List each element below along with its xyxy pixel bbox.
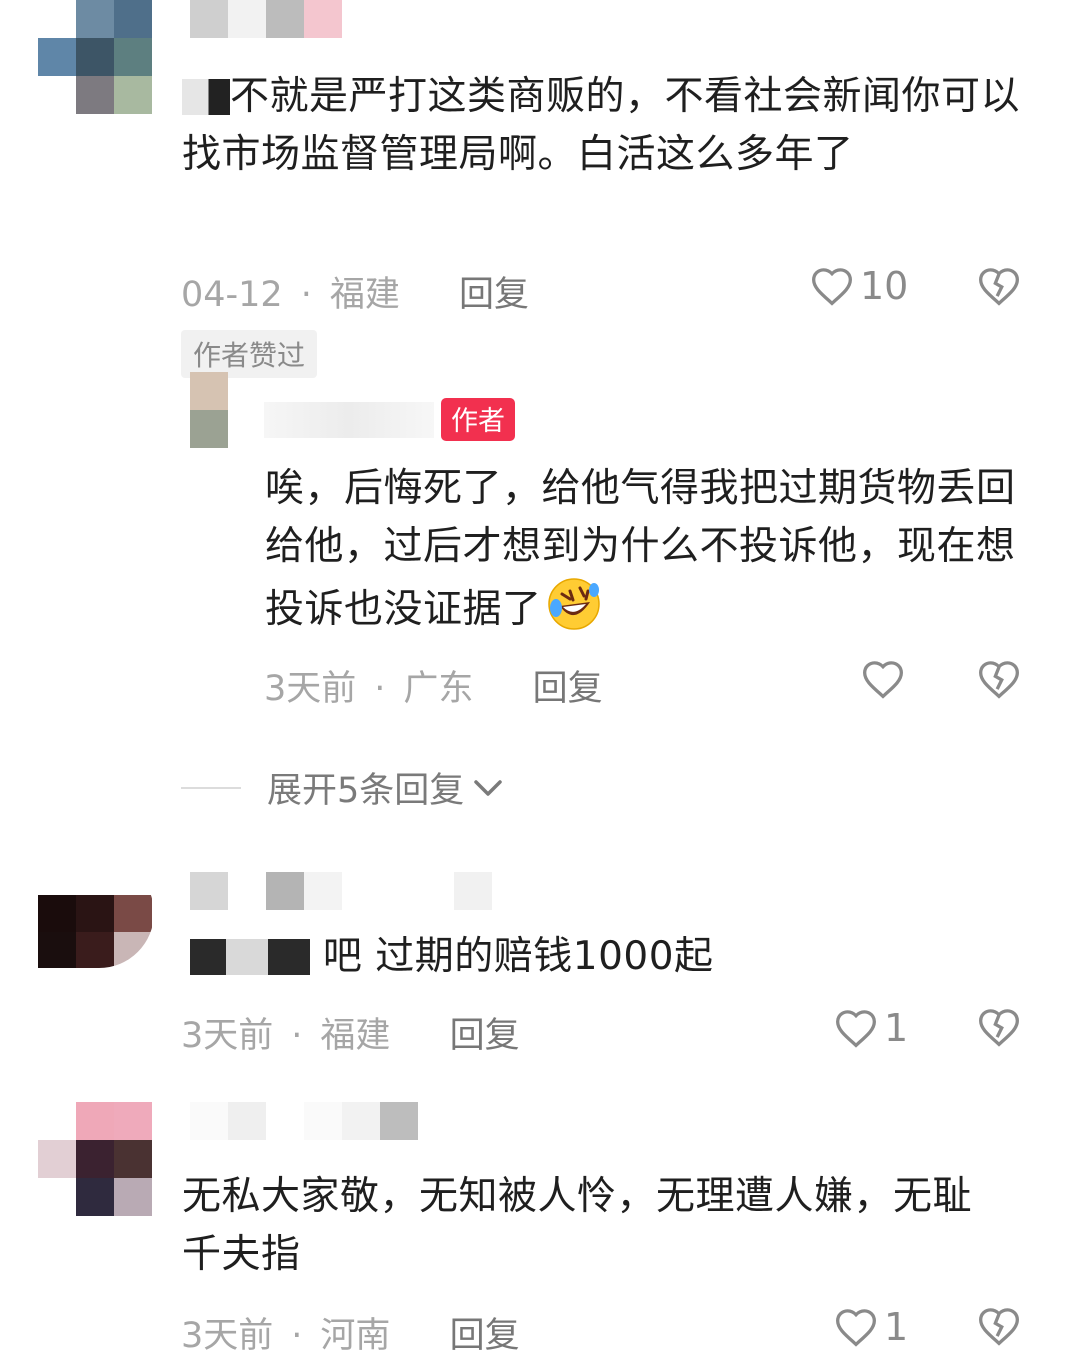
reply-button[interactable]: 回复 [450, 1316, 520, 1356]
comment-text: 不就是严打这类商贩的，不看社会新闻你可以找市场监督管理局啊。白活这么多年了 [182, 74, 1021, 177]
comment-meta: 04-12 · 福建 回复 [181, 275, 530, 315]
broken-heart-icon [977, 265, 1021, 307]
like-button[interactable]: 10 [810, 264, 908, 308]
broken-heart-icon [977, 1305, 1021, 1347]
dislike-button[interactable] [977, 1006, 1021, 1048]
reply-text: 唉，后悔死了，给他气得我把过期货物丢回给他，过后才想到为什么不投诉他，现在想投诉… [265, 466, 1016, 632]
like-count: 1 [884, 1305, 909, 1349]
reply-date: 3天前 [264, 669, 357, 709]
reply-avatar[interactable] [190, 372, 228, 448]
heart-outline-icon [834, 1007, 878, 1049]
like-button[interactable] [861, 658, 905, 700]
like-count: 1 [884, 1006, 909, 1050]
avatar[interactable] [38, 858, 154, 968]
comment-text: 吧 过期的赔钱1000起 [190, 928, 1040, 986]
broken-heart-icon [977, 1006, 1021, 1048]
redacted-prefix [190, 939, 310, 975]
comment-location: 河南 [320, 1316, 391, 1356]
redacted-prefix [182, 79, 230, 115]
comment-text: 无私大家敬，无知被人怜，无理遭人嫌，无耻千夫指 [182, 1174, 973, 1277]
username-blurred[interactable] [190, 0, 342, 38]
comment-date: 04-12 [181, 275, 283, 315]
expand-replies-button[interactable]: 展开5条回复 [181, 762, 504, 813]
like-count: 10 [860, 264, 909, 308]
avatar[interactable] [38, 1102, 152, 1216]
comment-date: 3天前 [181, 1016, 274, 1056]
author-liked-badge: 作者赞过 [181, 330, 318, 378]
like-button[interactable]: 1 [834, 1305, 908, 1349]
comment-meta: 3天前 · 河南 回复 [181, 1316, 520, 1356]
reply-button[interactable]: 回复 [533, 669, 603, 709]
username-blurred[interactable] [190, 872, 492, 910]
comment-date: 3天前 [181, 1316, 274, 1356]
dislike-button[interactable] [977, 658, 1021, 700]
author-tag: 作者 [441, 398, 515, 441]
heart-outline-icon [834, 1306, 878, 1348]
comment-location: 福建 [320, 1016, 391, 1056]
comment-location: 福建 [329, 275, 400, 315]
like-button[interactable]: 1 [834, 1006, 908, 1050]
avatar[interactable] [38, 0, 152, 114]
reply-button[interactable]: 回复 [459, 275, 529, 315]
reply-meta: 3天前 · 广东 回复 [264, 669, 603, 709]
dislike-button[interactable] [977, 1305, 1021, 1347]
chevron-down-icon [472, 768, 504, 808]
comment-meta: 3天前 · 福建 回复 [181, 1016, 520, 1056]
heart-outline-icon [861, 658, 905, 700]
reply-button[interactable]: 回复 [450, 1016, 520, 1056]
reply-location: 广东 [403, 669, 474, 709]
reply-username-blurred[interactable] [264, 402, 434, 438]
dislike-button[interactable] [977, 265, 1021, 307]
divider-line [181, 786, 241, 789]
rolling-on-floor-laughing-emoji [546, 576, 602, 632]
broken-heart-icon [977, 658, 1021, 700]
heart-outline-icon [810, 265, 854, 307]
expand-replies-label: 展开5条回复 [267, 771, 465, 811]
username-blurred[interactable] [190, 1102, 418, 1140]
